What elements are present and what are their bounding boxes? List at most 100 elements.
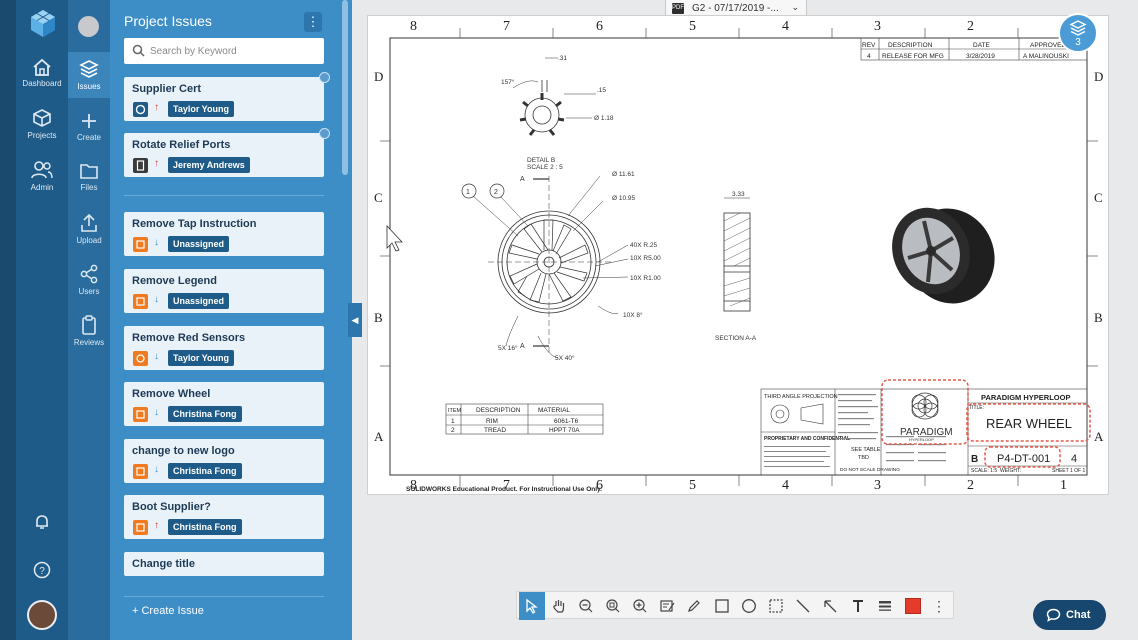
issue-title: change to new logo bbox=[132, 445, 235, 457]
bom-header: ITEM bbox=[448, 408, 462, 414]
assignee-badge: Unassigned bbox=[168, 293, 230, 309]
bom-header: MATERIAL bbox=[538, 407, 570, 414]
panel-scrollbar[interactable] bbox=[342, 0, 348, 175]
app-logo-icon[interactable] bbox=[28, 8, 58, 38]
grid-number: 4 bbox=[782, 19, 789, 34]
rail-create-label: Create bbox=[76, 133, 101, 142]
layers-button[interactable]: 3 bbox=[1058, 13, 1098, 53]
cursor-icon bbox=[386, 224, 403, 252]
color-tool[interactable] bbox=[899, 592, 925, 620]
help-icon[interactable]: ? bbox=[33, 561, 51, 579]
dim-label: 5X 16° bbox=[498, 344, 518, 352]
rail-files[interactable]: Files bbox=[68, 162, 110, 192]
dim-label: 3.33 bbox=[732, 191, 745, 198]
wheel-front-view bbox=[461, 175, 629, 359]
grid-letter: C bbox=[374, 190, 383, 205]
create-issue-button[interactable]: + Create Issue bbox=[132, 605, 204, 617]
projection-label: THIRD ANGLE PROJECTION bbox=[764, 394, 838, 400]
grid-number: 7 bbox=[503, 19, 510, 34]
sheet-label: SHEET 1 OF 1 bbox=[1052, 468, 1085, 474]
rev-cell-rev: 4 bbox=[867, 53, 871, 60]
bom-cell: 1 bbox=[451, 418, 455, 425]
bom-cell: 6061-T6 bbox=[554, 418, 579, 425]
rail-reviews-label: Reviews bbox=[73, 338, 105, 347]
markup-icon bbox=[133, 520, 148, 535]
pencil-tool[interactable] bbox=[681, 592, 707, 620]
section-marker: A bbox=[520, 343, 525, 350]
issue-card[interactable]: Remove Legend ↓ Unassigned bbox=[124, 269, 324, 313]
assignee-badge: Taylor Young bbox=[168, 101, 235, 117]
nav-projects[interactable]: Projects bbox=[16, 108, 68, 140]
note-tool[interactable] bbox=[654, 592, 680, 620]
zoom-fit-tool[interactable] bbox=[600, 592, 626, 620]
issue-title: Rotate Relief Ports bbox=[132, 139, 231, 151]
issue-card[interactable]: Remove Wheel ↓ Christina Fong bbox=[124, 382, 324, 426]
section-marker: A bbox=[520, 176, 525, 183]
drawing-number: P4-DT-001 bbox=[997, 453, 1050, 465]
zoom-fit-icon bbox=[606, 599, 620, 613]
issue-card[interactable]: Remove Red Sensors ↓ Taylor Young bbox=[124, 326, 324, 370]
proprietary-label: PROPRIETARY AND CONFIDENTIAL bbox=[764, 436, 850, 442]
circle-tool[interactable] bbox=[736, 592, 762, 620]
bell-icon[interactable] bbox=[33, 513, 51, 531]
issue-card[interactable]: Remove Tap Instruction ↓ Unassigned bbox=[124, 212, 324, 256]
zoom-out-tool[interactable] bbox=[573, 592, 599, 620]
size-label: B bbox=[971, 454, 978, 465]
search-input[interactable] bbox=[150, 43, 318, 59]
svg-text:?: ? bbox=[39, 566, 45, 577]
panel-menu-button[interactable]: ⋮ bbox=[304, 12, 322, 32]
search-box bbox=[124, 38, 324, 64]
user-avatar[interactable] bbox=[27, 600, 57, 630]
collapse-panel-button[interactable]: ◀ bbox=[348, 303, 362, 337]
grid-number: 7 bbox=[503, 478, 510, 493]
status-circle-icon bbox=[133, 102, 148, 117]
balloon-label: 1 bbox=[466, 189, 470, 196]
rev-header-date: DATE bbox=[973, 42, 991, 49]
rail-users[interactable]: Users bbox=[68, 264, 110, 296]
rail-upload[interactable]: Upload bbox=[68, 213, 110, 245]
issue-card[interactable]: change to new logo ↓ Christina Fong bbox=[124, 439, 324, 483]
nav-dashboard-label: Dashboard bbox=[22, 79, 62, 88]
rail-create[interactable]: Create bbox=[68, 112, 110, 142]
pin-icon bbox=[319, 128, 330, 139]
select-tool[interactable] bbox=[519, 592, 545, 620]
nav-dashboard[interactable]: Dashboard bbox=[16, 58, 68, 88]
nav-admin[interactable]: Admin bbox=[16, 160, 68, 192]
grid-letter: D bbox=[1094, 69, 1104, 84]
document-icon bbox=[133, 158, 148, 173]
layers-count: 3 bbox=[1075, 37, 1081, 48]
line-weight-tool[interactable] bbox=[872, 592, 898, 620]
assignee-badge: Taylor Young bbox=[168, 350, 235, 366]
home-icon bbox=[33, 58, 51, 76]
line-tool[interactable] bbox=[790, 592, 816, 620]
grid-letter: D bbox=[374, 69, 384, 84]
grid-letter: B bbox=[374, 310, 383, 325]
rectangle-tool[interactable] bbox=[709, 592, 735, 620]
divider bbox=[124, 596, 324, 597]
issue-card[interactable]: Boot Supplier? ↑ Christina Fong bbox=[124, 495, 324, 539]
drawing-title: REAR WHEEL bbox=[986, 416, 1072, 431]
chat-button[interactable]: Chat bbox=[1033, 600, 1106, 630]
zoom-in-tool[interactable] bbox=[627, 592, 653, 620]
issue-card[interactable]: Change title bbox=[124, 552, 324, 576]
folder-icon bbox=[80, 164, 98, 179]
issue-card[interactable]: Supplier Cert ↑ Taylor Young bbox=[124, 72, 330, 121]
section-view bbox=[723, 197, 751, 312]
text-tool[interactable] bbox=[845, 592, 871, 620]
text-icon bbox=[853, 600, 863, 612]
balloon-label: 2 bbox=[494, 189, 498, 196]
rail-reviews[interactable]: Reviews bbox=[68, 315, 110, 347]
issue-card[interactable]: Rotate Relief Ports ↑ Jeremy Andrews bbox=[124, 128, 330, 177]
cloud-tool[interactable] bbox=[763, 592, 789, 620]
drawing-rev: 4 bbox=[1071, 453, 1077, 465]
zoom-out-icon bbox=[579, 599, 593, 613]
arrow-tool[interactable] bbox=[817, 592, 843, 620]
rail-issues[interactable]: Issues bbox=[68, 52, 110, 98]
more-button[interactable]: ⋮ bbox=[926, 592, 952, 620]
pan-tool[interactable] bbox=[546, 592, 572, 620]
drawing-sheet[interactable]: REV DESCRIPTION DATE APPROVED 4 RELEASE … bbox=[367, 15, 1109, 495]
priority-up-icon: ↑ bbox=[154, 158, 159, 169]
grid-number: 3 bbox=[874, 478, 881, 493]
note-icon bbox=[660, 600, 675, 612]
primary-nav: Dashboard Projects Admin ? bbox=[16, 0, 68, 640]
